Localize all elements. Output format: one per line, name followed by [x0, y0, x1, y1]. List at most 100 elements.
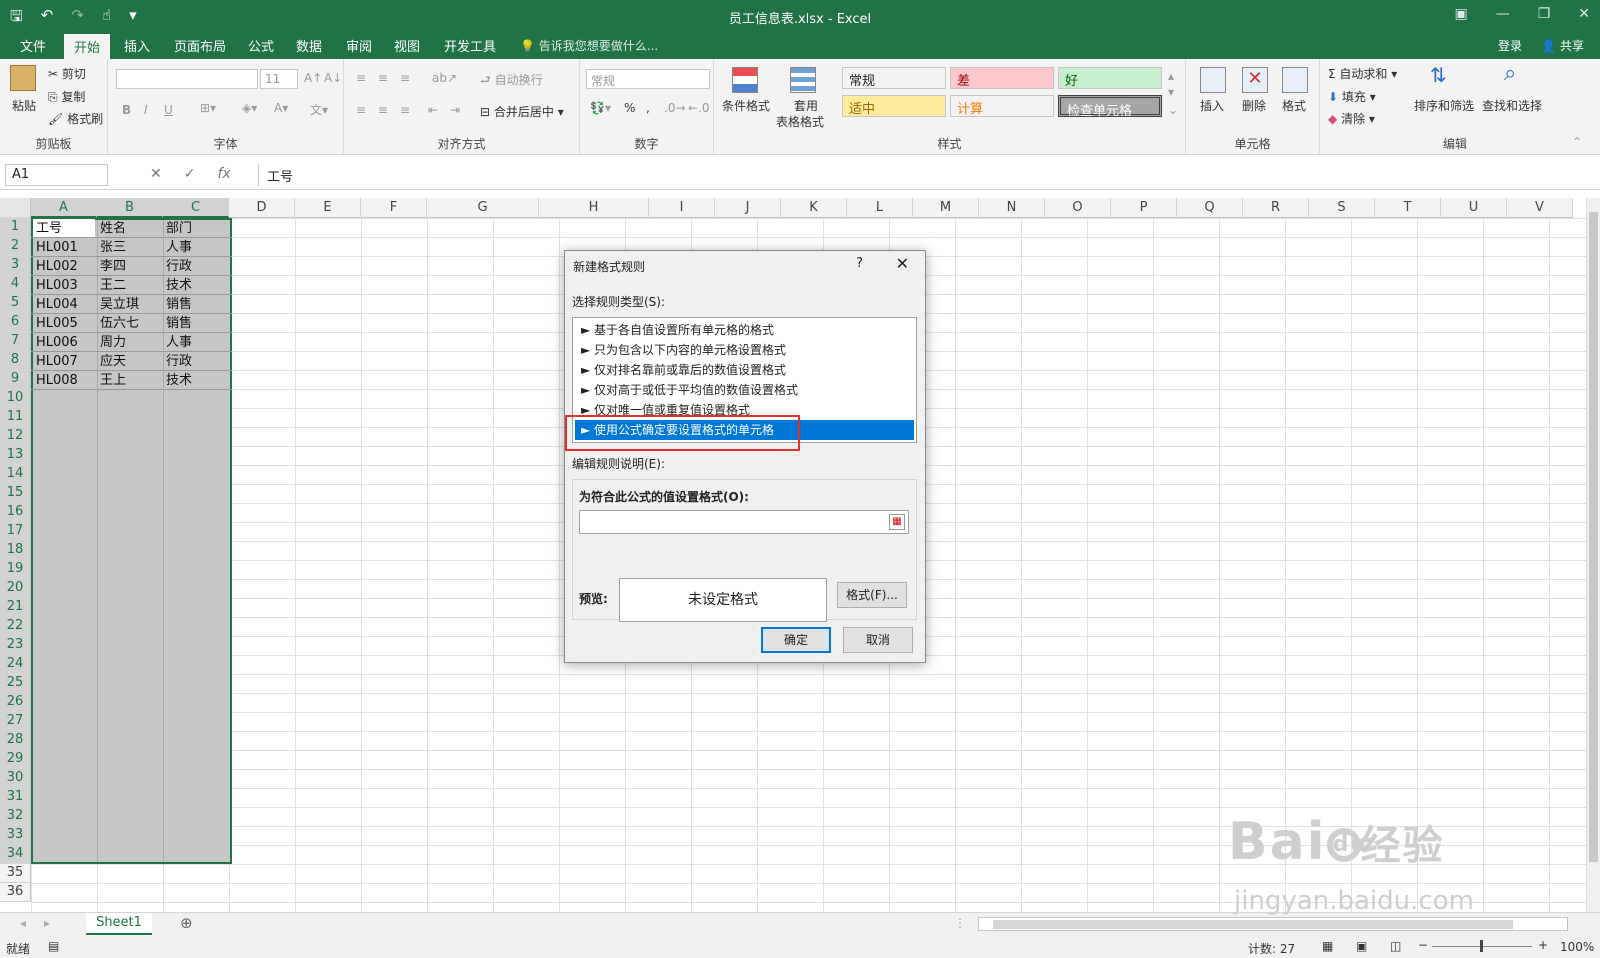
tell-me-search[interactable]: 💡 告诉我您想要做什么... — [520, 37, 658, 54]
tab-file[interactable]: 文件 — [14, 36, 52, 55]
column-header-f[interactable]: F — [361, 198, 427, 218]
format-cells-button[interactable]: 格式 — [1282, 97, 1306, 114]
style-bad[interactable]: 差 — [950, 67, 1054, 89]
login-link[interactable]: 登录 — [1498, 37, 1522, 54]
copy-button[interactable]: ⎘ 复制 — [48, 88, 85, 105]
row-header-5[interactable]: 5 — [0, 294, 31, 313]
currency-icon[interactable]: 💱▾ — [590, 101, 611, 115]
row-header-32[interactable]: 32 — [0, 807, 31, 826]
format-painter-button[interactable]: 🖌 格式刷 — [48, 110, 103, 127]
insert-function-button[interactable]: fx — [217, 166, 230, 182]
collapse-ribbon-icon[interactable]: ⌃ — [1572, 135, 1582, 149]
table-cell[interactable]: HL006 — [33, 333, 95, 352]
prev-sheet-icon[interactable]: ◂ — [20, 916, 26, 930]
insert-cells-button[interactable]: 插入 — [1200, 97, 1224, 114]
table-cell[interactable]: 周力 — [97, 333, 161, 352]
table-cell[interactable]: HL008 — [33, 371, 95, 390]
column-header-v[interactable]: V — [1507, 198, 1573, 218]
table-cell[interactable]: 技术 — [163, 371, 227, 390]
vertical-scroll-thumb[interactable] — [1589, 212, 1598, 862]
column-header-d[interactable]: D — [229, 198, 295, 218]
row-header-28[interactable]: 28 — [0, 731, 31, 750]
wrap-text-button[interactable]: ⮐ 自动换行 — [480, 71, 543, 92]
table-cell[interactable]: 销售 — [163, 314, 227, 333]
row-header-24[interactable]: 24 — [0, 655, 31, 674]
table-cell[interactable]: 行政 — [163, 257, 227, 276]
find-select-button[interactable]: 查找和选择 — [1482, 97, 1542, 114]
style-check-cell[interactable]: 检查单元格 — [1058, 95, 1162, 119]
style-normal[interactable]: 常规 — [842, 67, 946, 89]
row-header-8[interactable]: 8 — [0, 351, 31, 370]
table-cell[interactable]: HL004 — [33, 295, 95, 314]
fill-color-icon[interactable]: ◈▾ — [242, 101, 257, 115]
confirm-entry-icon[interactable]: ✓ — [184, 166, 196, 182]
cut-button[interactable]: ✂ 剪切 — [48, 65, 86, 82]
row-header-19[interactable]: 19 — [0, 560, 31, 579]
table-cell[interactable]: 部门 — [163, 219, 227, 238]
bold-button[interactable]: B — [122, 103, 131, 117]
row-header-2[interactable]: 2 — [0, 237, 31, 256]
tab-developer[interactable]: 开发工具 — [438, 36, 502, 55]
column-header-p[interactable]: P — [1111, 198, 1177, 218]
page-break-view-icon[interactable]: ◫ — [1390, 939, 1401, 953]
tab-data[interactable]: 数据 — [290, 36, 328, 55]
row-header-13[interactable]: 13 — [0, 446, 31, 465]
sort-filter-button[interactable]: 排序和筛选 — [1414, 97, 1474, 114]
table-cell[interactable]: HL001 — [33, 238, 95, 257]
column-header-b[interactable]: B — [97, 198, 163, 218]
table-cell[interactable]: HL007 — [33, 352, 95, 371]
column-header-g[interactable]: G — [427, 198, 539, 218]
cancel-button[interactable]: 取消 — [843, 627, 913, 653]
row-header-18[interactable]: 18 — [0, 541, 31, 560]
close-icon[interactable]: ✕ — [1578, 6, 1590, 22]
rule-item-above-below-average[interactable]: ► 仅对高于或低于平均值的数值设置格式 — [575, 380, 914, 400]
column-header-q[interactable]: Q — [1177, 198, 1243, 218]
row-header-14[interactable]: 14 — [0, 465, 31, 484]
row-header-10[interactable]: 10 — [0, 389, 31, 408]
percent-button[interactable]: % — [624, 101, 635, 115]
range-picker-icon[interactable]: ▦ — [889, 514, 905, 530]
table-cell[interactable]: 姓名 — [97, 219, 161, 238]
format-as-table-button-line2[interactable]: 表格格式 — [776, 113, 824, 130]
tab-home[interactable]: 开始 — [64, 34, 111, 59]
align-center-icon[interactable]: ≡ — [378, 103, 388, 117]
split-handle-icon[interactable]: ⋮ — [954, 916, 966, 930]
row-header-26[interactable]: 26 — [0, 693, 31, 712]
row-header-36[interactable]: 36 — [0, 883, 31, 902]
styles-scroll-down-icon[interactable]: ▾ — [1168, 85, 1174, 99]
sheet-tab-sheet1[interactable]: Sheet1 — [86, 913, 152, 935]
column-header-t[interactable]: T — [1375, 198, 1441, 218]
row-header-25[interactable]: 25 — [0, 674, 31, 693]
font-size-combo[interactable]: 11 — [260, 69, 298, 89]
table-cell[interactable]: 李四 — [97, 257, 161, 276]
column-header-l[interactable]: L — [847, 198, 913, 218]
zoom-in-icon[interactable]: + — [1538, 938, 1548, 952]
row-header-21[interactable]: 21 — [0, 598, 31, 617]
page-layout-view-icon[interactable]: ▣ — [1356, 939, 1367, 953]
styles-scroll-up-icon[interactable]: ▴ — [1168, 69, 1174, 83]
normal-view-icon[interactable]: ▦ — [1322, 939, 1333, 953]
row-header-1[interactable]: 1 — [0, 218, 31, 237]
row-header-31[interactable]: 31 — [0, 788, 31, 807]
tab-formulas[interactable]: 公式 — [242, 36, 280, 55]
borders-icon[interactable]: ⊞▾ — [200, 101, 216, 115]
table-cell[interactable]: 应天 — [97, 352, 161, 371]
table-cell[interactable]: 人事 — [163, 238, 227, 257]
tab-review[interactable]: 审阅 — [340, 36, 378, 55]
cancel-entry-icon[interactable]: ✕ — [150, 166, 162, 182]
table-cell[interactable]: 张三 — [97, 238, 161, 257]
table-cell[interactable]: 人事 — [163, 333, 227, 352]
column-header-s[interactable]: S — [1309, 198, 1375, 218]
table-cell[interactable]: HL005 — [33, 314, 95, 333]
select-all-corner[interactable] — [0, 198, 31, 218]
minimize-icon[interactable]: — — [1496, 6, 1510, 22]
table-cell[interactable]: 吴立琪 — [97, 295, 161, 314]
column-header-i[interactable]: I — [649, 198, 715, 218]
comma-button[interactable]: , — [646, 101, 650, 115]
zoom-level[interactable]: 100% — [1560, 940, 1594, 954]
font-color-icon[interactable]: A▾ — [274, 101, 288, 115]
row-header-23[interactable]: 23 — [0, 636, 31, 655]
tab-page-layout[interactable]: 页面布局 — [168, 36, 232, 55]
format-as-table-button[interactable]: 套用 — [794, 97, 818, 114]
column-header-c[interactable]: C — [163, 198, 229, 218]
